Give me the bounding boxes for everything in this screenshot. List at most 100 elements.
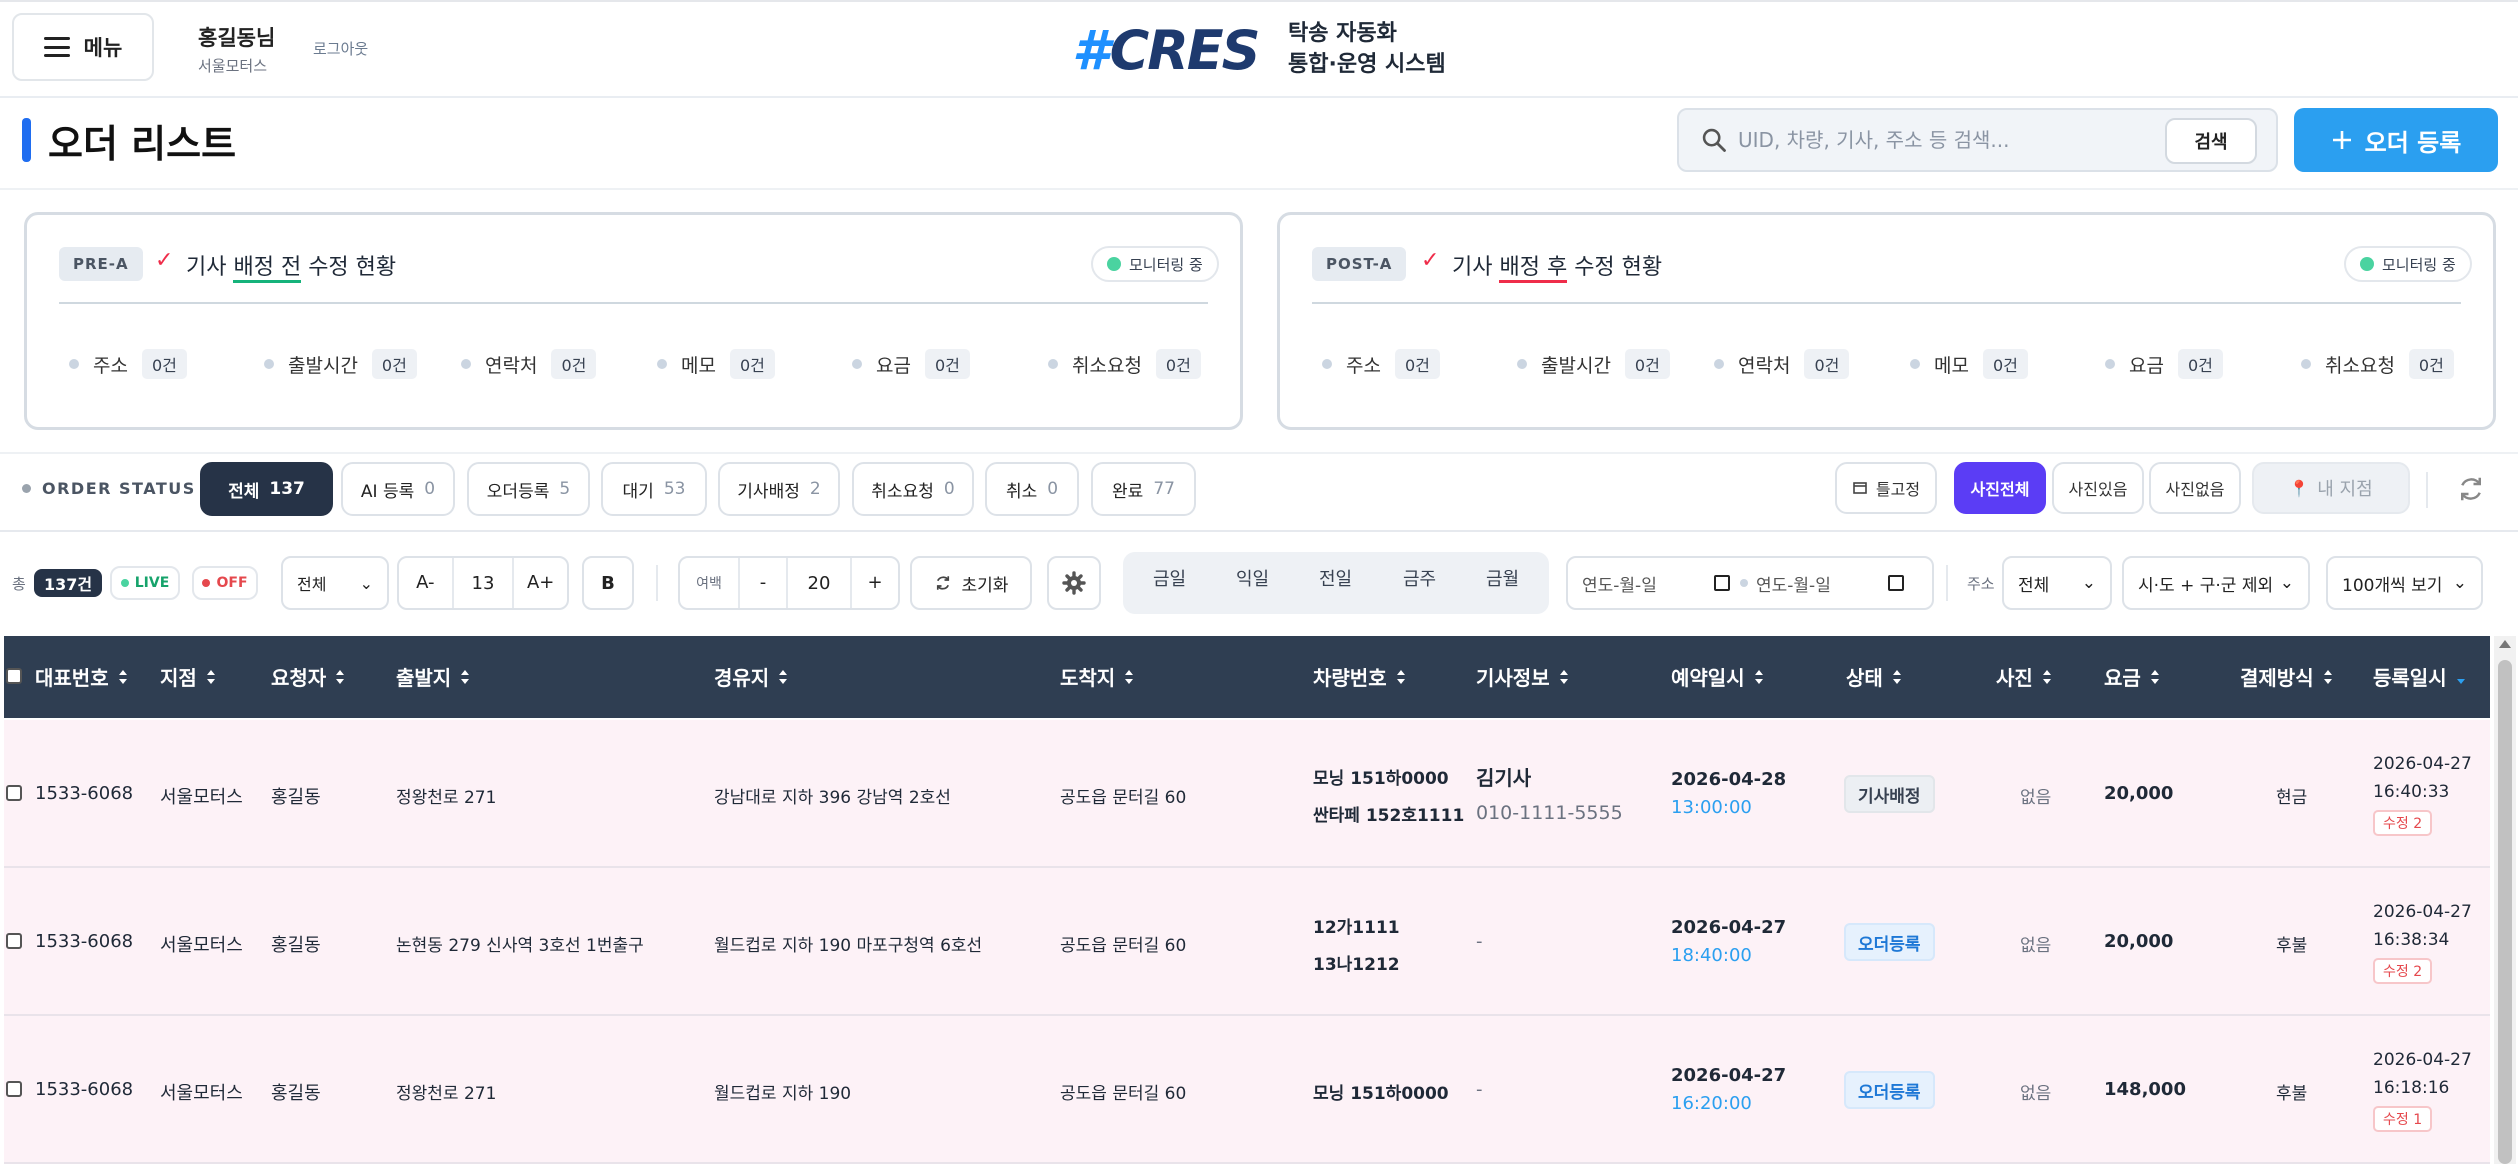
tab-cancel-request[interactable]: 취소요청 0 xyxy=(852,462,974,516)
scrollbar-thumb[interactable] xyxy=(2498,660,2512,1164)
cell-payment: 현금 xyxy=(2276,788,2308,808)
col-header-reservation[interactable]: 예약일시 xyxy=(1671,662,1764,691)
logout-link[interactable]: 로그아웃 xyxy=(313,38,368,59)
edit-count-badge[interactable]: 수정 2 xyxy=(2373,810,2433,836)
tab-waiting[interactable]: 대기 53 xyxy=(601,462,707,516)
font-plus-button[interactable]: A+ xyxy=(512,558,567,608)
date-preset-this-week[interactable]: 금주 xyxy=(1403,565,1436,591)
date-preset-today[interactable]: 금일 xyxy=(1153,565,1186,591)
total-count-badge: 137건 xyxy=(34,569,103,597)
order-register-button[interactable]: 오더 등록 xyxy=(2294,108,2498,172)
tab-ai-register[interactable]: AI 등록 0 xyxy=(341,462,455,516)
margin-minus-button[interactable]: - xyxy=(738,558,788,608)
date-start-input[interactable]: 연도-월-일 xyxy=(1582,571,1694,596)
stat-label: 요금 xyxy=(2129,354,2164,377)
sort-icon xyxy=(1559,669,1569,684)
tab-driver-assigned[interactable]: 기사배정 2 xyxy=(718,462,840,516)
address-select[interactable]: 전체 ⌄ xyxy=(2002,556,2112,610)
tab-completed[interactable]: 완료 77 xyxy=(1091,462,1196,516)
col-header-requester[interactable]: 요청자 xyxy=(271,662,345,691)
bold-button[interactable]: B xyxy=(582,556,634,610)
reset-button[interactable]: 초기화 xyxy=(910,556,1032,610)
col-header-branch[interactable]: 지점 xyxy=(160,662,216,691)
margin-plus-button[interactable]: + xyxy=(850,558,898,608)
cell-origin: 정왕천로 271 xyxy=(396,1084,497,1104)
col-header-driver[interactable]: 기사정보 xyxy=(1476,662,1569,691)
cell-waypoint: 월드컵로 지하 190 xyxy=(714,1084,852,1104)
tab-count: 77 xyxy=(1153,479,1175,499)
tab-label: 취소 xyxy=(1005,481,1038,502)
font-minus-button[interactable]: A- xyxy=(399,558,454,608)
col-header-photo[interactable]: 사진 xyxy=(1996,662,2052,691)
row-checkbox[interactable] xyxy=(6,785,22,801)
photo-yes-button[interactable]: 사진있음 xyxy=(2052,462,2144,514)
live-label: LIVE xyxy=(134,575,170,591)
monitoring-dot xyxy=(2360,257,2374,271)
date-preset-yesterday[interactable]: 전일 xyxy=(1319,565,1352,591)
reset-label: 초기화 xyxy=(961,575,1009,596)
live-toggle[interactable]: LIVE xyxy=(110,566,180,600)
search-button[interactable]: 검색 xyxy=(2165,118,2257,164)
date-end-input[interactable]: 연도-월-일 xyxy=(1756,571,1868,596)
post-stat-cancel: 취소요청 0건 xyxy=(2301,347,2454,381)
select-all-checkbox[interactable] xyxy=(6,668,22,684)
post-assign-panel xyxy=(1277,212,2496,430)
sort-icon xyxy=(779,669,788,684)
edit-count-badge[interactable]: 수정 2 xyxy=(2373,958,2433,984)
tab-cancelled[interactable]: 취소 0 xyxy=(985,462,1079,516)
row-checkbox[interactable] xyxy=(6,933,22,949)
total-label: 총 xyxy=(12,575,26,593)
col-header-phone[interactable]: 대표번호 xyxy=(35,662,128,691)
col-header-payment[interactable]: 결제방식 xyxy=(2240,662,2333,691)
col-header-destination[interactable]: 도착지 xyxy=(1060,662,1134,691)
filter-select[interactable]: 전체 ⌄ xyxy=(281,556,389,610)
settings-button[interactable] xyxy=(1047,556,1101,610)
off-toggle[interactable]: OFF xyxy=(192,566,258,600)
my-branch-button[interactable]: 📍 내 지점 xyxy=(2252,462,2410,514)
date-range-box: 연도-월-일 연도-월-일 xyxy=(1566,556,1934,610)
date-preset-tomorrow[interactable]: 익일 xyxy=(1236,565,1269,591)
date-preset-this-month[interactable]: 금월 xyxy=(1486,565,1519,591)
edit-count-badge[interactable]: 수정 1 xyxy=(2373,1106,2433,1132)
header-label: 상태 xyxy=(1846,666,1883,690)
row-checkbox[interactable] xyxy=(6,1081,22,1097)
col-header-vehicle[interactable]: 차량번호 xyxy=(1313,662,1406,691)
cell-reservation-time: 13:00:00 xyxy=(1671,797,1752,818)
pre-stat-cancel: 취소요청 0건 xyxy=(1048,347,1201,381)
photo-all-button[interactable]: 사진전체 xyxy=(1954,462,2046,514)
col-header-registered[interactable]: 등록일시 xyxy=(2373,662,2466,691)
tab-order-register[interactable]: 오더등록 5 xyxy=(467,462,590,516)
tab-all[interactable]: 전체 137 xyxy=(200,462,333,516)
sort-icon xyxy=(1396,669,1406,684)
col-header-status[interactable]: 상태 xyxy=(1846,662,1902,691)
cell-vehicle-secondary: 싼타페 152호1111 xyxy=(1313,806,1465,826)
sort-icon xyxy=(118,669,128,684)
tab-label: 완료 xyxy=(1112,481,1144,502)
cell-reservation-date: 2026-04-27 xyxy=(1671,1065,1787,1086)
cell-reservation-time: 18:40:00 xyxy=(1671,945,1752,966)
header-label: 결제방식 xyxy=(2240,666,2314,690)
pin-columns-button[interactable]: 틀고정 xyxy=(1835,462,1937,514)
refresh-icon[interactable] xyxy=(2456,474,2486,504)
col-header-origin[interactable]: 출발지 xyxy=(396,662,470,691)
cell-phone: 1533-6068 xyxy=(35,783,134,804)
menu-button[interactable]: 메뉴 xyxy=(12,13,154,81)
calendar-icon[interactable] xyxy=(1888,575,1904,591)
region-select[interactable]: 시·도 + 구·군 제외 ⌄ xyxy=(2122,556,2310,610)
stat-label: 연락처 xyxy=(485,354,538,377)
divider xyxy=(656,565,658,601)
filter-select-value: 전체 xyxy=(297,575,327,594)
page-size-select[interactable]: 100개씩 보기 ⌄ xyxy=(2326,556,2483,610)
col-header-waypoint[interactable]: 경유지 xyxy=(714,662,788,691)
search-input[interactable] xyxy=(1738,119,2158,161)
cell-waypoint: 강남대로 지하 396 강남역 2호선 xyxy=(714,788,951,808)
calendar-icon[interactable] xyxy=(1714,575,1730,591)
stat-count: 0건 xyxy=(551,349,597,379)
col-header-fee[interactable]: 요금 xyxy=(2104,662,2160,691)
cell-photo: 없음 xyxy=(2020,1084,2052,1104)
range-dot xyxy=(1740,579,1748,587)
header-label: 차량번호 xyxy=(1313,666,1387,690)
post-stat-fee: 요금 0건 xyxy=(2105,347,2223,381)
scroll-up-icon[interactable] xyxy=(2499,640,2511,648)
photo-no-button[interactable]: 사진없음 xyxy=(2149,462,2241,514)
